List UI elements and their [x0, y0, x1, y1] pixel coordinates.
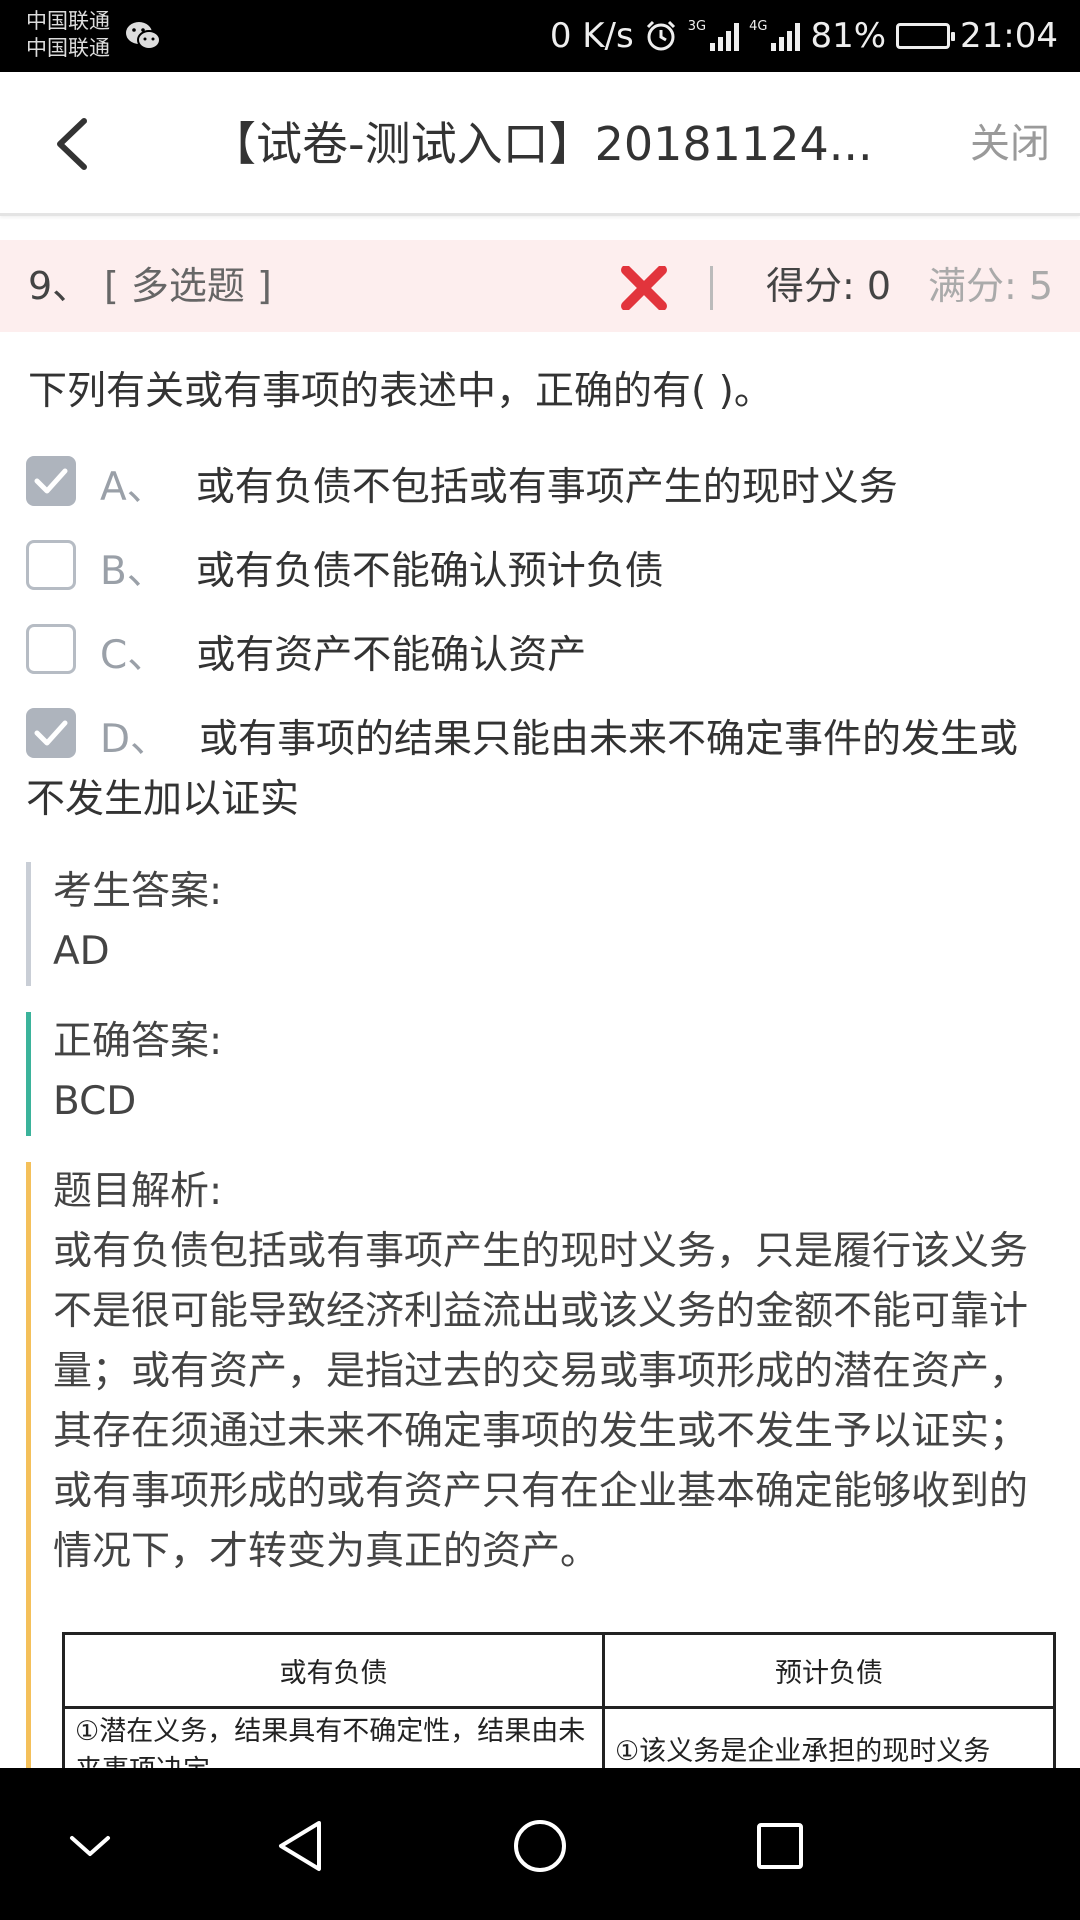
carrier-2: 中国联通 — [26, 36, 110, 60]
question-stem: 下列有关或有事项的表述中，正确的有( )。 — [28, 369, 773, 414]
student-answer-value: AD — [53, 929, 110, 974]
app-header: 【试卷-测试入口】20181124... 关闭 — [0, 72, 1080, 216]
carrier-1: 中国联通 — [26, 9, 110, 33]
alarm-icon — [646, 20, 675, 51]
network-speed: 0 K/s — [549, 16, 634, 56]
chevron-down-icon — [70, 1836, 110, 1856]
option-letter: A、 — [100, 465, 166, 510]
nav-collapse-button[interactable] — [52, 1808, 128, 1884]
student-answer-block: 考生答案: AD — [26, 862, 1056, 986]
checkbox-unchecked[interactable] — [26, 624, 76, 674]
table-header-cell: 预计负债 — [602, 1632, 1056, 1709]
network-type-1: 3G — [687, 18, 707, 34]
nav-back-button[interactable] — [262, 1808, 338, 1884]
analysis-text: 或有负债包括或有事项产生的现时义务，只是履行该义务不是很可能导致经济利益流出或该… — [53, 1229, 1029, 1574]
back-button[interactable] — [36, 106, 106, 182]
battery-icon — [896, 23, 956, 49]
question-number: 9、 — [28, 264, 91, 308]
triangle-back-icon — [279, 1821, 321, 1871]
option-b[interactable]: B、 或有负债不能确认预计负债 — [26, 540, 1056, 602]
system-nav-bar — [0, 1768, 1080, 1920]
network-type-2: 4G — [749, 18, 768, 34]
option-letter: C、 — [100, 633, 167, 678]
close-button[interactable]: 关闭 — [970, 120, 1050, 168]
chevron-left-icon — [57, 118, 87, 170]
check-icon — [34, 468, 68, 494]
checkbox-unchecked[interactable] — [26, 540, 76, 590]
nav-home-button[interactable] — [502, 1808, 578, 1884]
score: 得分: 0 — [766, 264, 892, 308]
option-c[interactable]: C、 或有资产不能确认资产 — [26, 624, 1056, 686]
option-text: 或有资产不能确认资产 — [196, 633, 587, 678]
signal-icon-1 — [710, 21, 740, 51]
checkbox-checked[interactable] — [26, 456, 76, 506]
circle-home-icon — [514, 1820, 566, 1872]
signal-icon-2 — [771, 21, 801, 51]
question-type: [ 多选题 ] — [104, 264, 272, 308]
student-answer-label: 考生答案: — [53, 869, 223, 914]
option-text: 或有事项的结果只能由未来不确定事件的发生或不发生加以证实 — [26, 717, 1019, 822]
status-bar: 中国联通 中国联通 0 K/s 3G 4G 81% 21:04 — [0, 0, 1080, 72]
correct-answer-value: BCD — [53, 1079, 137, 1124]
option-letter: B、 — [100, 549, 166, 594]
wrong-x-icon — [621, 266, 667, 310]
checkbox-checked[interactable] — [26, 708, 76, 758]
wechat-icon — [126, 22, 161, 50]
option-letter: D、 — [100, 717, 170, 762]
nav-recents-button[interactable] — [742, 1808, 818, 1884]
option-d[interactable]: D、 或有事项的结果只能由未来不确定事件的发生或不发生加以证实 — [26, 708, 1056, 830]
score-divider — [710, 266, 713, 310]
question-header-bar: 9、 [ 多选题 ] — [0, 240, 1080, 332]
table-header-cell: 或有负债 — [62, 1632, 605, 1709]
explanation-table: 或有负债 预计负债 ①潜在义务，结果具有不确定性，结果由未来事项决定 ①该义务是… — [62, 1632, 1056, 1790]
option-a[interactable]: A、 或有负债不包括或有事项产生的现时义务 — [26, 456, 1056, 518]
carrier-info: 中国联通 中国联通 — [26, 8, 110, 62]
correct-answer-block: 正确答案: BCD — [26, 1012, 1056, 1136]
square-recents-icon — [757, 1823, 803, 1869]
analysis-label: 题目解析: — [53, 1169, 223, 1214]
full-score: 满分: 5 — [928, 264, 1054, 308]
option-text: 或有负债不能确认预计负债 — [195, 549, 664, 594]
correct-answer-label: 正确答案: — [53, 1019, 223, 1064]
clock: 21:04 — [960, 16, 1058, 56]
option-text: 或有负债不包括或有事项产生的现时义务 — [195, 465, 898, 510]
table-header-row: 或有负债 预计负债 — [62, 1632, 1056, 1709]
battery-percent: 81% — [810, 16, 887, 56]
check-icon — [34, 720, 68, 746]
page-title: 【试卷-测试入口】20181124... — [210, 117, 873, 171]
status-indicators: 0 K/s 3G 4G 81% 21:04 — [550, 0, 1058, 72]
